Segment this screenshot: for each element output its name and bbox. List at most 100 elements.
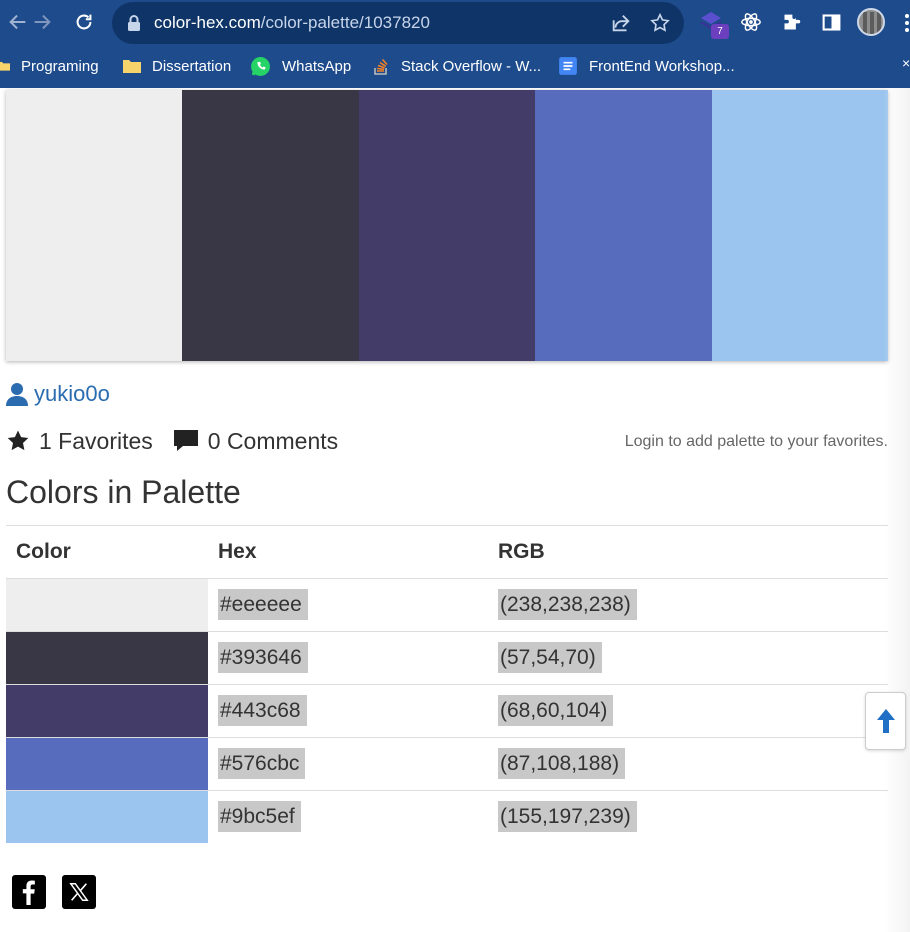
table-row: #eeeeee (238,238,238): [6, 578, 888, 632]
bookmark-dissertation[interactable]: Dissertation: [123, 48, 231, 84]
color-swatch[interactable]: [6, 579, 208, 631]
hex-value[interactable]: #eeeeee: [218, 589, 308, 620]
hex-cell: #443c68: [208, 684, 488, 738]
table-header-row: Color Hex RGB: [6, 525, 888, 579]
x-icon: [69, 883, 89, 901]
comment-icon[interactable]: [173, 429, 199, 453]
color-swatch-cell: [6, 790, 208, 844]
hex-cell: #393646: [208, 631, 488, 685]
palette-preview: [6, 90, 889, 361]
scroll-to-top-button[interactable]: [865, 692, 906, 750]
reload-button[interactable]: [68, 6, 100, 38]
colors-table: Color Hex RGB #eeeeee (238,238,238) #393…: [6, 525, 888, 844]
page-content: yukio0o 1 Favorites 0 Comments Login to …: [0, 88, 910, 932]
stackoverflow-icon: [374, 58, 388, 75]
url-text: color-hex.com/color-palette/1037820: [154, 13, 430, 33]
bookmark-whatsapp[interactable]: WhatsApp: [250, 48, 351, 84]
login-note[interactable]: Login to add palette to your favorites.: [625, 433, 888, 451]
x-share-button[interactable]: [62, 875, 96, 909]
author-link[interactable]: yukio0o: [6, 379, 110, 409]
facebook-share-button[interactable]: [12, 875, 46, 909]
hex-value[interactable]: #443c68: [218, 695, 307, 726]
palette-swatch[interactable]: [535, 90, 712, 361]
rgb-cell: (238,238,238): [488, 578, 888, 632]
social-share: [12, 875, 112, 909]
folder-icon: [123, 60, 141, 73]
table-row: #393646 (57,54,70): [6, 631, 888, 685]
facebook-icon: [22, 880, 35, 905]
header-color: Color: [6, 525, 208, 579]
docs-icon: [559, 57, 577, 75]
rgb-value[interactable]: (68,60,104): [498, 695, 614, 726]
extensions-puzzle-icon[interactable]: [778, 9, 804, 35]
rgb-value[interactable]: (238,238,238): [498, 589, 637, 620]
url-host: color-hex.com: [154, 13, 261, 32]
rgb-value[interactable]: (87,108,188): [498, 748, 626, 779]
hex-cell: #576cbc: [208, 737, 488, 791]
whatsapp-icon: [251, 56, 270, 76]
bookmark-frontend-workshop[interactable]: FrontEnd Workshop...: [558, 48, 735, 84]
favorites-count: 1 Favorites: [39, 427, 153, 454]
address-bar[interactable]: color-hex.com/color-palette/1037820: [112, 2, 684, 44]
rgb-value[interactable]: (57,54,70): [498, 642, 602, 673]
profile-avatar[interactable]: [857, 8, 885, 36]
palette-swatch[interactable]: [711, 90, 889, 361]
color-swatch[interactable]: [6, 738, 208, 790]
star-icon[interactable]: [6, 429, 30, 453]
color-swatch-cell: [6, 684, 208, 738]
color-swatch[interactable]: [6, 632, 208, 684]
react-devtools-icon[interactable]: [738, 9, 764, 35]
arrow-up-icon: [876, 709, 895, 733]
hex-value[interactable]: #393646: [218, 642, 308, 673]
color-swatch-cell: [6, 631, 208, 685]
rgb-cell: (68,60,104): [488, 684, 888, 738]
bookmark-stackoverflow[interactable]: Stack Overflow - W...: [372, 48, 541, 84]
extension-badge: 7: [711, 24, 729, 39]
hex-value[interactable]: #9bc5ef: [218, 801, 301, 833]
bookmark-label: Dissertation: [152, 57, 232, 75]
palette-swatch[interactable]: [182, 90, 359, 361]
user-icon: [6, 383, 28, 406]
scrollbar-track[interactable]: [884, 88, 910, 932]
table-row: #576cbc (87,108,188): [6, 737, 888, 791]
color-swatch-cell: [6, 578, 208, 632]
palette-swatch[interactable]: [358, 90, 536, 361]
header-hex: Hex: [208, 525, 488, 579]
bookmark-label: Programing: [21, 57, 99, 75]
forward-arrow-icon: [34, 14, 51, 30]
side-panel-icon[interactable]: [818, 9, 844, 35]
hex-value[interactable]: #576cbc: [218, 748, 306, 779]
hex-cell: #eeeeee: [208, 578, 488, 632]
table-row: #9bc5ef (155,197,239): [6, 790, 888, 844]
lock-icon: [128, 15, 140, 31]
header-rgb: RGB: [488, 525, 888, 579]
comments-count: 0 Comments: [207, 427, 339, 454]
forward-button[interactable]: [26, 6, 58, 38]
rgb-cell: (155,197,239): [488, 790, 888, 844]
section-title: Colors in Palette: [6, 474, 241, 510]
folder-icon: [0, 62, 10, 71]
more-menu-icon[interactable]: [903, 12, 910, 34]
share-icon[interactable]: [610, 12, 632, 34]
color-swatch-cell: [6, 737, 208, 791]
bookmark-star-icon[interactable]: [649, 12, 671, 34]
rgb-cell: (87,108,188): [488, 737, 888, 791]
rgb-cell: (57,54,70): [488, 631, 888, 685]
url-path: /color-palette/1037820: [260, 13, 430, 32]
color-swatch[interactable]: [6, 791, 208, 844]
color-swatch[interactable]: [6, 685, 208, 737]
table-row: #443c68 (68,60,104): [6, 684, 888, 738]
rgb-value[interactable]: (155,197,239): [498, 801, 637, 833]
reload-icon: [76, 14, 92, 30]
bookmark-label: Stack Overflow - W...: [401, 57, 542, 75]
bookmark-label: FrontEnd Workshop...: [589, 57, 735, 75]
bookmark-programing[interactable]: Programing: [0, 48, 99, 84]
author-name: yukio0o: [34, 381, 110, 406]
browser-toolbar: color-hex.com/color-palette/1037820 7 Pr…: [0, 0, 910, 88]
palette-swatch[interactable]: [6, 90, 183, 361]
palette-stats: 1 Favorites 0 Comments: [6, 426, 338, 456]
bookmark-label: WhatsApp: [282, 57, 352, 75]
hex-cell: #9bc5ef: [208, 790, 488, 844]
bookmark-overflow-icon[interactable]: ×: [902, 55, 910, 71]
bookmarks-bar: Programing Dissertation WhatsApp Stack O…: [0, 48, 910, 84]
